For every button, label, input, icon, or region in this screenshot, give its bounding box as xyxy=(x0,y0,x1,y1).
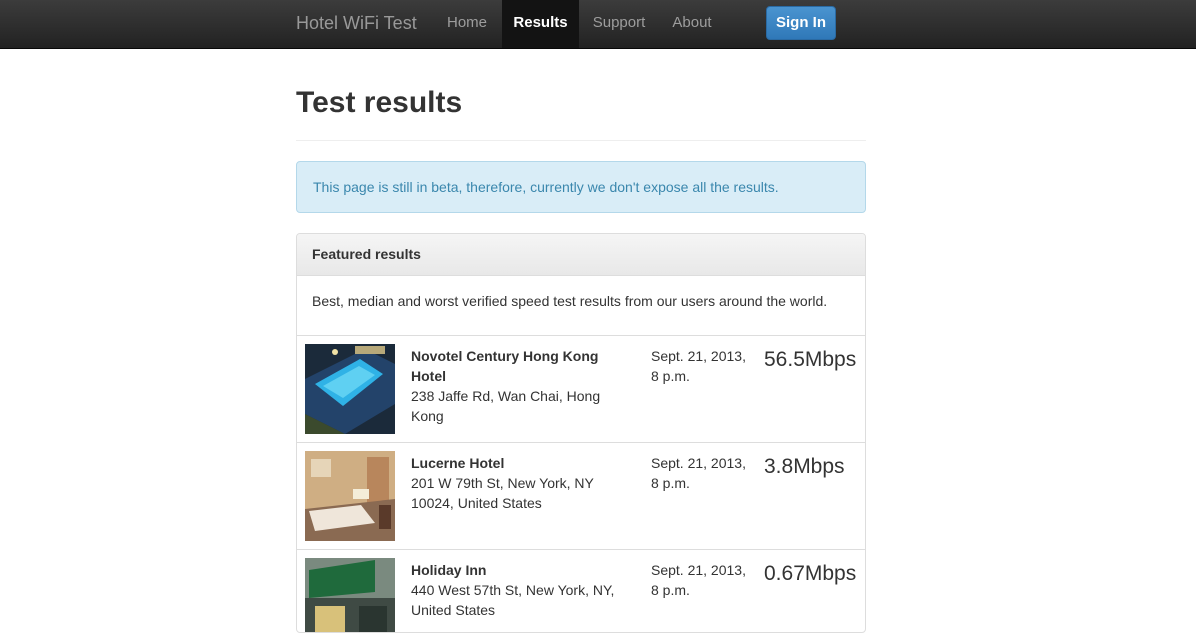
nav-about[interactable]: About xyxy=(666,0,718,48)
hotel-address: 238 Jaffe Rd, Wan Chai, Hong Kong xyxy=(411,388,601,424)
hotel-address: 440 West 57th St, New York, NY, United S… xyxy=(411,582,615,618)
result-row-1: Lucerne Hotel 201 W 79th St, New York, N… xyxy=(297,443,865,550)
nav-home[interactable]: Home xyxy=(436,0,498,48)
panel-description: Best, median and worst verified speed te… xyxy=(297,276,865,336)
navbar: Hotel WiFi Test Home Results Support Abo… xyxy=(0,0,1196,49)
hotel-name-link[interactable]: Holiday Inn xyxy=(411,562,486,578)
featured-results-panel: Featured results Best, median and worst … xyxy=(296,233,866,633)
sign-in-button[interactable]: Sign In xyxy=(766,6,836,40)
test-date: Sept. 21, 2013, 8 p.m. xyxy=(651,562,746,598)
speed-value: 3.8Mbps xyxy=(764,455,845,478)
page-title: Test results xyxy=(296,86,463,119)
hotel-name-link[interactable]: Novotel Century Hong Kong Hotel xyxy=(411,348,598,384)
test-date: Sept. 21, 2013, 8 p.m. xyxy=(651,348,746,384)
hotel-name-link[interactable]: Lucerne Hotel xyxy=(411,455,504,471)
hotel-address: 201 W 79th St, New York, NY 10024, Unite… xyxy=(411,475,594,511)
title-divider xyxy=(296,140,866,141)
result-row-0: Novotel Century Hong Kong Hotel 238 Jaff… xyxy=(297,336,865,443)
speed-value: 56.5Mbps xyxy=(764,348,857,371)
test-date: Sept. 21, 2013, 8 p.m. xyxy=(651,455,746,491)
nav-support[interactable]: Support xyxy=(586,0,652,48)
hotel-photo xyxy=(305,558,395,632)
result-row-2: Holiday Inn 440 West 57th St, New York, … xyxy=(297,550,865,632)
hotel-photo xyxy=(305,451,395,541)
brand-link[interactable]: Hotel WiFi Test xyxy=(296,0,417,48)
speed-value: 0.67Mbps xyxy=(764,562,857,585)
nav-results[interactable]: Results xyxy=(502,0,579,48)
panel-heading: Featured results xyxy=(297,234,865,276)
hotel-photo xyxy=(305,344,395,434)
beta-alert: This page is still in beta, therefore, c… xyxy=(296,161,866,213)
